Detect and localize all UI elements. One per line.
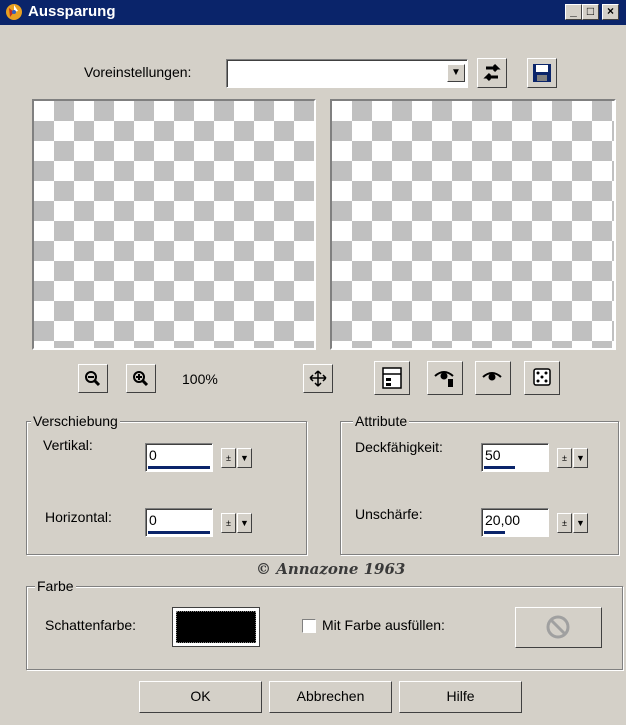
- window-title: Aussparung: [28, 3, 116, 20]
- app-icon: [5, 3, 23, 21]
- result-preview: [330, 99, 616, 350]
- blur-input[interactable]: 20,00: [481, 508, 549, 537]
- shadow-color-label: Schattenfarbe:: [45, 617, 137, 633]
- spin-dropdown-icon[interactable]: ▼: [237, 513, 252, 533]
- horizontal-spinner[interactable]: ± ▼: [221, 513, 253, 533]
- ok-button[interactable]: OK: [139, 681, 262, 713]
- vertical-input[interactable]: 0: [145, 443, 213, 472]
- zoom-level: 100%: [182, 371, 218, 387]
- auto-proof-eye-icon: [434, 371, 454, 387]
- blur-value: 20,00: [485, 512, 521, 528]
- attributes-legend: Attribute: [353, 413, 410, 429]
- source-preview[interactable]: [32, 99, 316, 350]
- spin-updown-icon[interactable]: ±: [221, 513, 236, 533]
- watermark-signature: © Annazone 1963: [256, 560, 406, 578]
- dice-icon: [533, 368, 551, 386]
- displacement-legend: Verschiebung: [31, 413, 120, 429]
- horizontal-input[interactable]: 0: [145, 508, 213, 537]
- cancel-button[interactable]: Abbrechen: [269, 681, 392, 713]
- opacity-input[interactable]: 50: [481, 443, 549, 472]
- chevron-down-icon[interactable]: ▼: [447, 64, 465, 82]
- spin-dropdown-icon[interactable]: ▼: [237, 448, 252, 468]
- blur-label: Unschärfe:: [355, 506, 423, 522]
- color-legend: Farbe: [35, 578, 76, 594]
- vertical-slider-bar[interactable]: [148, 466, 210, 469]
- blur-slider-bar[interactable]: [484, 531, 505, 534]
- spin-dropdown-icon[interactable]: ▼: [573, 448, 588, 468]
- floppy-save-icon: [533, 64, 551, 82]
- horizontal-value: 0: [149, 512, 157, 528]
- zoom-out-icon: [85, 371, 101, 387]
- fill-color-swatch[interactable]: [515, 607, 602, 648]
- maximize-button[interactable]: □: [582, 4, 599, 20]
- opacity-label: Deckfähigkeit:: [355, 439, 443, 455]
- shadow-color-swatch[interactable]: [172, 607, 260, 647]
- vertical-label: Vertikal:: [43, 437, 93, 453]
- horizontal-label: Horizontal:: [45, 509, 112, 525]
- proof-button[interactable]: [374, 361, 410, 395]
- shadow-color-fill: [176, 611, 256, 643]
- swap-preset-button[interactable]: [477, 58, 507, 88]
- auto-proof-button[interactable]: [427, 361, 463, 395]
- preview-window-icon: [382, 367, 402, 389]
- spin-updown-icon[interactable]: ±: [557, 513, 572, 533]
- pan-button[interactable]: [303, 364, 333, 393]
- spin-dropdown-icon[interactable]: ▼: [573, 513, 588, 533]
- fill-color-label: Mit Farbe ausfüllen:: [322, 617, 445, 633]
- opacity-spinner[interactable]: ± ▼: [557, 448, 589, 468]
- zoom-in-icon: [133, 371, 149, 387]
- horizontal-slider-bar[interactable]: [148, 531, 210, 534]
- save-preset-button[interactable]: [527, 58, 557, 88]
- zoom-in-button[interactable]: [126, 364, 156, 393]
- eye-icon: [482, 372, 502, 381]
- swap-icon: [483, 63, 501, 82]
- fill-color-checkbox[interactable]: [302, 619, 316, 633]
- spin-updown-icon[interactable]: ±: [557, 448, 572, 468]
- minimize-button[interactable]: _: [565, 4, 582, 20]
- zoom-out-button[interactable]: [78, 364, 108, 393]
- blur-spinner[interactable]: ± ▼: [557, 513, 589, 533]
- presets-label: Voreinstellungen:: [84, 64, 192, 80]
- spin-updown-icon[interactable]: ±: [221, 448, 236, 468]
- vertical-value: 0: [149, 447, 157, 463]
- opacity-slider-bar[interactable]: [484, 466, 515, 469]
- vertical-spinner[interactable]: ± ▼: [221, 448, 253, 468]
- close-button[interactable]: ×: [602, 4, 619, 20]
- presets-select[interactable]: ▼: [226, 59, 468, 88]
- help-button[interactable]: Hilfe: [399, 681, 522, 713]
- opacity-value: 50: [485, 447, 501, 463]
- proof-eye-button[interactable]: [475, 361, 511, 395]
- randomize-button[interactable]: [524, 361, 560, 395]
- no-color-icon: [546, 615, 570, 639]
- move-icon: [309, 370, 327, 387]
